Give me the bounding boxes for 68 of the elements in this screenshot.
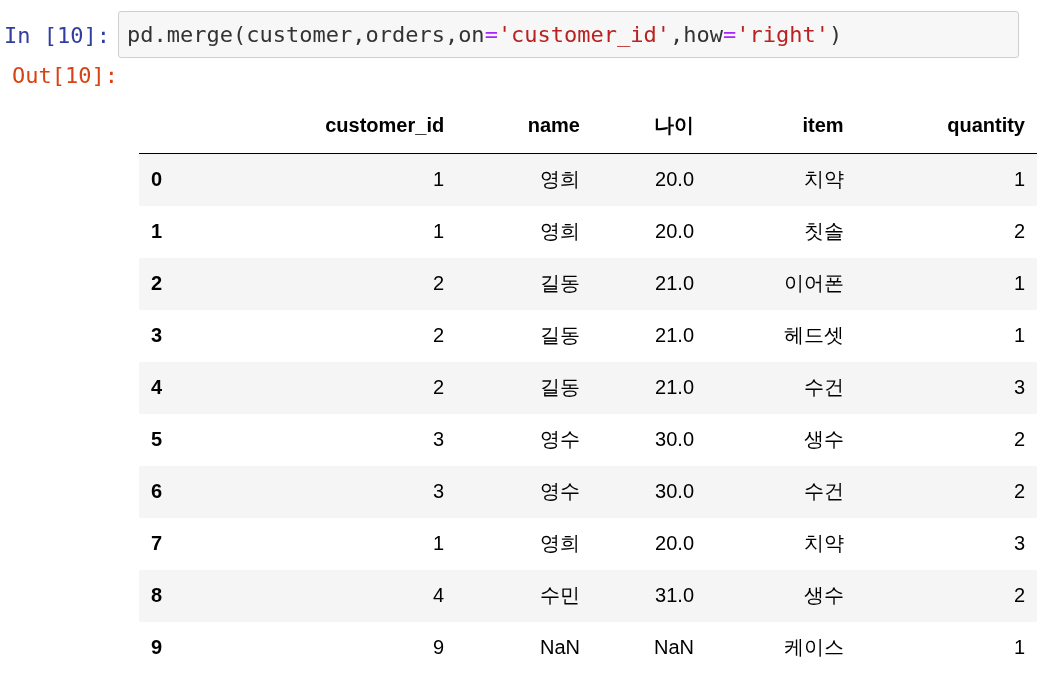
table-cell: 1 xyxy=(855,257,1037,310)
table-cell: 생수 xyxy=(706,413,856,466)
table-cell: 길동 xyxy=(456,257,592,310)
column-header: item xyxy=(706,100,856,154)
row-index: 5 xyxy=(139,413,202,466)
row-index: 1 xyxy=(139,205,202,258)
table-cell: 생수 xyxy=(706,569,856,622)
table-cell: 2 xyxy=(201,361,457,414)
table-cell: 수건 xyxy=(706,361,856,414)
table-cell: 1 xyxy=(201,205,457,258)
table-cell: 영수 xyxy=(456,465,592,518)
table-cell: 21.0 xyxy=(592,361,707,414)
table-cell: 20.0 xyxy=(592,517,707,570)
table-cell: NaN xyxy=(456,621,592,674)
table-cell: 치약 xyxy=(706,517,856,570)
table-cell: 이어폰 xyxy=(706,257,856,310)
row-index: 6 xyxy=(139,465,202,518)
table-cell: 칫솔 xyxy=(706,205,856,258)
table-cell: 치약 xyxy=(706,153,856,206)
row-index: 8 xyxy=(139,569,202,622)
table-cell: 1 xyxy=(201,517,457,570)
table-cell: 21.0 xyxy=(592,257,707,310)
table-cell: 3 xyxy=(855,361,1037,414)
table-cell: 영희 xyxy=(456,205,592,258)
code-input[interactable]: pd.merge(customer,orders,on='customer_id',how='right') xyxy=(118,11,1019,58)
table-cell: 31.0 xyxy=(592,569,707,622)
table-cell: 케이스 xyxy=(706,621,856,674)
table-cell: 3 xyxy=(201,413,457,466)
table-cell: 영수 xyxy=(456,413,592,466)
table-cell: 2 xyxy=(855,205,1037,258)
table-cell: 3 xyxy=(855,517,1037,570)
row-index: 7 xyxy=(139,517,202,570)
table-cell: 길동 xyxy=(456,361,592,414)
table-cell: 수건 xyxy=(706,465,856,518)
table-cell: 3 xyxy=(201,465,457,518)
table-cell: 영희 xyxy=(456,517,592,570)
table-cell: 1 xyxy=(201,153,457,206)
table-cell: 30.0 xyxy=(592,413,707,466)
table-cell: 21.0 xyxy=(592,309,707,362)
table-cell: 9 xyxy=(201,621,457,674)
table-cell: 헤드셋 xyxy=(706,309,856,362)
table-cell: 30.0 xyxy=(592,465,707,518)
row-index: 4 xyxy=(139,361,202,414)
row-index: 9 xyxy=(139,621,202,674)
table-cell: 2 xyxy=(855,413,1037,466)
table-cell: 영희 xyxy=(456,153,592,206)
table-cell: 2 xyxy=(855,569,1037,622)
column-header: 나이 xyxy=(592,100,707,154)
table-cell: 길동 xyxy=(456,309,592,362)
row-index: 0 xyxy=(139,153,202,206)
column-header: name xyxy=(456,100,592,154)
table-cell: 2 xyxy=(201,309,457,362)
column-header: customer_id xyxy=(201,100,457,154)
table-cell: 4 xyxy=(201,569,457,622)
row-index: 3 xyxy=(139,309,202,362)
table-cell: 1 xyxy=(855,309,1037,362)
table-cell: NaN xyxy=(592,621,707,674)
table-cell: 20.0 xyxy=(592,153,707,206)
table-cell: 2 xyxy=(201,257,457,310)
table-cell: 20.0 xyxy=(592,205,707,258)
column-header: quantity xyxy=(855,100,1037,154)
table-cell: 2 xyxy=(855,465,1037,518)
table-cell: 수민 xyxy=(456,569,592,622)
table-cell: 1 xyxy=(855,153,1037,206)
table-cell: 1 xyxy=(855,621,1037,674)
input-prompt: In [10]: xyxy=(3,22,111,48)
output-prompt: Out[10]: xyxy=(11,62,119,88)
row-index: 2 xyxy=(139,257,202,310)
